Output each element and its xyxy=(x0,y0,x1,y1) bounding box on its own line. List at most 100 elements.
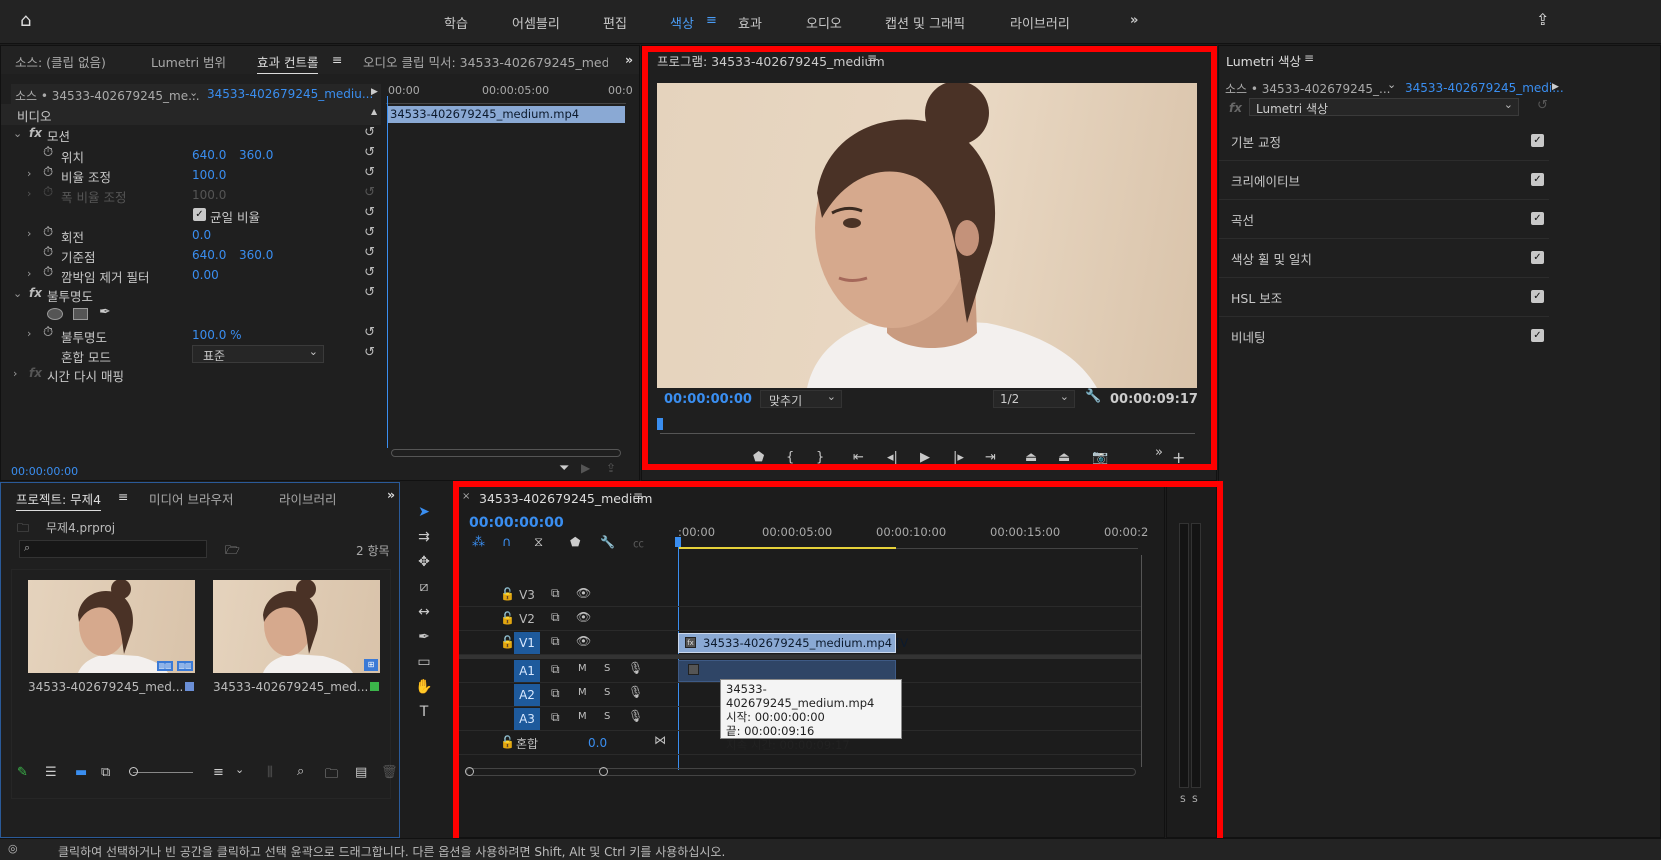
project-item-thumbnail[interactable]: ⊞ xyxy=(213,580,380,673)
motion-effect-row[interactable]: ⌄ fx 모션 ↺ xyxy=(1,124,381,145)
opacity-effect-row[interactable]: ⌄ fx 불투명도 ↺ xyxy=(1,284,381,305)
stopwatch-icon[interactable]: ⏱ xyxy=(43,245,53,260)
rectangle-tool-icon[interactable]: ▭ xyxy=(414,652,434,672)
hsl-secondary-section[interactable]: HSL 보조 ✓ xyxy=(1219,276,1549,317)
project-search-input[interactable]: ⌕ xyxy=(19,540,207,558)
microphone-icon[interactable]: 🎙 xyxy=(628,709,643,723)
reset-icon[interactable]: ↺ xyxy=(364,165,375,180)
lock-icon[interactable]: 🔓 xyxy=(500,611,515,625)
eye-icon[interactable]: 👁 xyxy=(576,610,591,624)
rotation-value[interactable]: 0.0 xyxy=(192,228,211,242)
timeline-ruler[interactable]: :00:00 00:00:05:00 00:00:10:00 00:00:15:… xyxy=(678,523,1148,549)
mute-button[interactable]: M xyxy=(578,663,587,674)
wrench-icon[interactable]: 🔧 xyxy=(1085,389,1101,404)
more-controls-icon[interactable]: » xyxy=(1155,445,1163,460)
expand-chevron-icon[interactable]: › xyxy=(27,167,31,180)
automate-icon[interactable]: ⫼ xyxy=(267,765,273,780)
program-playhead[interactable] xyxy=(657,418,663,430)
zoom-scrollbar[interactable] xyxy=(391,449,621,457)
share-icon[interactable]: ⇪ xyxy=(1536,10,1549,29)
lift-icon[interactable]: ⏏ xyxy=(1025,450,1037,465)
close-icon[interactable]: × xyxy=(462,491,470,502)
toggle-sync-icon[interactable]: ⧉ xyxy=(551,634,560,649)
lumetri-effect-select[interactable]: Lumetri 색상 ⌄ xyxy=(1249,98,1519,116)
new-bin-search-icon[interactable]: 🗁 xyxy=(225,541,240,562)
reset-icon[interactable]: ↺ xyxy=(364,145,375,160)
razor-tool-icon[interactable]: ⧄ xyxy=(414,577,434,597)
tab-effect-controls[interactable]: 효과 컨트롤 xyxy=(257,52,319,74)
mini-timeline-ruler[interactable]: 00:00 00:00:05:00 00:0 xyxy=(386,82,633,104)
toggle-sync-icon[interactable]: ⧉ xyxy=(551,586,560,601)
scroll-handle-left[interactable] xyxy=(465,767,474,776)
flicker-filter-value[interactable]: 0.00 xyxy=(192,268,219,282)
fit-zoom-select[interactable]: 맞추기 ⌄ xyxy=(760,390,842,408)
workspace-edit[interactable]: 편집 xyxy=(603,13,627,32)
expand-chevron-icon[interactable]: › xyxy=(27,227,31,240)
linked-selection-icon[interactable]: ⧖ xyxy=(534,535,543,550)
expanded-chevron-icon[interactable]: ⌄ xyxy=(13,287,22,300)
captions-icon[interactable]: ㏄ xyxy=(633,535,644,551)
mute-button[interactable]: M xyxy=(578,711,587,722)
stopwatch-icon[interactable]: ⏱ xyxy=(43,165,53,180)
enable-checkbox[interactable]: ✓ xyxy=(1531,212,1544,225)
reset-icon[interactable]: ↺ xyxy=(364,205,375,220)
mini-clip-bar[interactable]: 34533-402679245_medium.mp4 xyxy=(387,106,625,123)
reset-icon[interactable]: ↺ xyxy=(364,285,375,300)
stopwatch-icon[interactable]: ⏱ xyxy=(43,325,53,340)
reset-icon[interactable]: ↺ xyxy=(364,265,375,280)
opacity-value[interactable]: 100.0 % xyxy=(192,328,242,342)
toggle-sync-icon[interactable]: ⧉ xyxy=(551,710,560,725)
list-view-icon[interactable]: ☰ xyxy=(45,765,57,780)
mix-value[interactable]: 0.0 xyxy=(588,736,607,750)
tab-source[interactable]: 소스: (클립 없음) xyxy=(15,52,106,71)
slip-tool-icon[interactable]: ↔ xyxy=(414,602,434,622)
go-to-out-icon[interactable]: ⇥ xyxy=(985,450,996,465)
lock-icon[interactable]: 🔓 xyxy=(500,635,515,649)
horizontal-zoom-scrollbar[interactable] xyxy=(465,767,1136,776)
enable-checkbox[interactable]: ✓ xyxy=(1531,134,1544,147)
anchor-y-value[interactable]: 360.0 xyxy=(239,248,273,262)
zoom-slider-handle[interactable] xyxy=(129,767,138,776)
collapse-arrow-icon[interactable]: ▲ xyxy=(371,107,377,116)
workspace-captions[interactable]: 캡션 및 그래픽 xyxy=(885,13,965,32)
go-to-in-icon[interactable]: ⇤ xyxy=(853,450,864,465)
creative-section[interactable]: 크리에이티브 ✓ xyxy=(1219,159,1549,200)
expanded-chevron-icon[interactable]: ⌄ xyxy=(13,127,22,140)
project-item-thumbnail[interactable]: ▥▥ ▥▥ xyxy=(28,580,195,673)
microphone-icon[interactable]: 🎙 xyxy=(628,661,643,675)
workspace-color[interactable]: 색상 xyxy=(670,13,694,32)
track-label[interactable]: A3 xyxy=(514,708,540,730)
button-editor-icon[interactable]: + xyxy=(1172,448,1185,467)
toggle-sync-icon[interactable]: ⧉ xyxy=(551,662,560,677)
mute-button[interactable]: M xyxy=(578,687,587,698)
panel-menu-icon[interactable]: ≡ xyxy=(332,52,342,67)
tab-lumetri-scopes[interactable]: Lumetri 범위 xyxy=(151,52,226,71)
scale-value[interactable]: 100.0 xyxy=(192,168,226,182)
lumetri-master-clip[interactable]: 소스 • 34533-402679245_... xyxy=(1225,80,1390,97)
reset-icon[interactable]: ↺ xyxy=(364,125,375,140)
project-item-name[interactable]: 34533-402679245_med... xyxy=(213,680,368,694)
toggle-sync-icon[interactable]: ⧉ xyxy=(551,610,560,625)
sequence-clip-label[interactable]: 34533-402679245_mediu... xyxy=(207,87,373,101)
type-tool-icon[interactable]: T xyxy=(414,702,434,722)
anchor-x-value[interactable]: 640.0 xyxy=(192,248,226,262)
track-label[interactable]: A2 xyxy=(514,684,540,706)
reset-icon[interactable]: ↺ xyxy=(364,245,375,260)
reset-icon[interactable]: ↺ xyxy=(1537,98,1548,113)
track-select-tool-icon[interactable]: ⇉ xyxy=(414,527,434,547)
wrench-icon[interactable]: 🔧 xyxy=(600,535,615,549)
stopwatch-icon[interactable]: ⏱ xyxy=(43,225,53,240)
track-label[interactable]: V1 xyxy=(514,632,540,654)
expand-chevron-icon[interactable]: › xyxy=(27,267,31,280)
eye-icon[interactable]: 👁 xyxy=(576,586,591,600)
more-tabs-icon[interactable]: » xyxy=(625,52,633,67)
effect-controls-timecode[interactable]: 00:00:00:00 xyxy=(11,465,78,478)
video-frame[interactable] xyxy=(657,83,1197,388)
add-marker-icon[interactable]: ⬟ xyxy=(753,450,764,465)
panel-menu-icon[interactable]: ≡ xyxy=(1304,51,1314,65)
enable-checkbox[interactable]: ✓ xyxy=(1531,173,1544,186)
chevron-down-icon[interactable]: ⌄ xyxy=(189,86,198,99)
ellipse-mask-icon[interactable] xyxy=(47,308,63,320)
microphone-icon[interactable]: 🎙 xyxy=(628,685,643,699)
curves-section[interactable]: 곡선 ✓ xyxy=(1219,198,1549,239)
